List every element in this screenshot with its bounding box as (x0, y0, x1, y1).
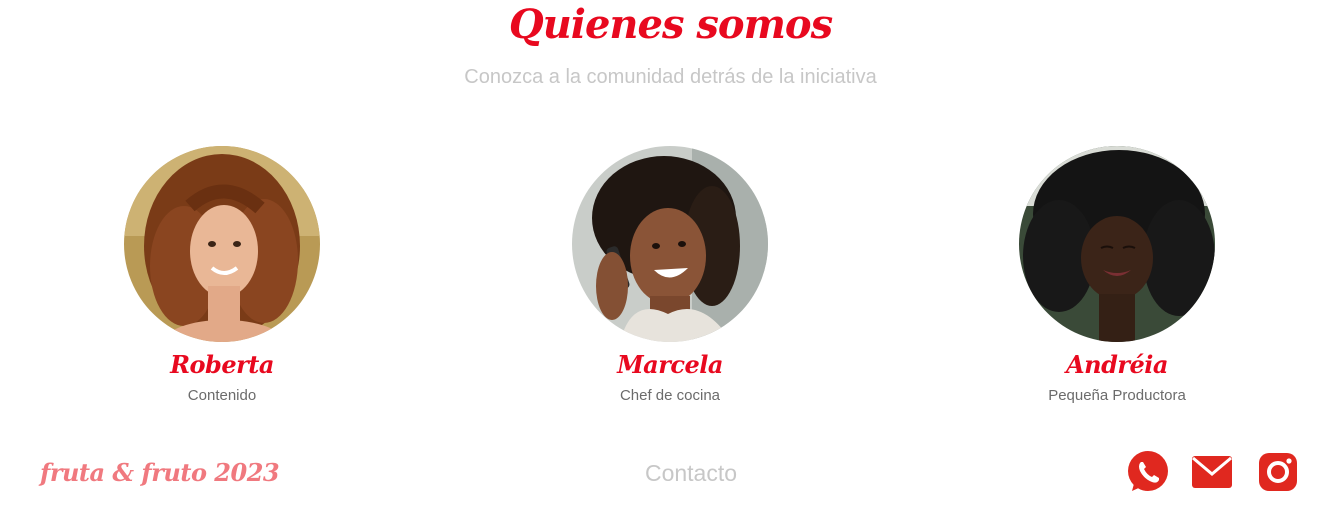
footer-brand: fruta & fruto 2023 (40, 458, 280, 487)
member-card-roberta: Roberta Contenido (72, 146, 372, 406)
member-card-andreia: Andréia Pequeña Productora (967, 146, 1267, 406)
section-subtitle: Conozca a la comunidad detrás de la inic… (464, 66, 877, 88)
section-title: Quienes somos (508, 1, 833, 48)
avatar-photo-marcela (572, 146, 768, 342)
instagram-icon[interactable] (1256, 450, 1300, 494)
avatar (1019, 146, 1215, 342)
member-role: Pequeña Productora (1048, 387, 1186, 404)
whatsapp-icon[interactable] (1126, 450, 1170, 494)
member-name: Andréia (1066, 350, 1168, 379)
avatar (572, 146, 768, 342)
avatar (124, 146, 320, 342)
member-name: Marcela (617, 350, 723, 379)
member-name: Roberta (170, 350, 274, 379)
member-card-marcela: Marcela Chef de cocina (520, 146, 820, 406)
mail-icon[interactable] (1190, 450, 1234, 494)
member-role: Chef de cocina (619, 387, 721, 404)
avatar-photo-roberta (124, 146, 320, 342)
member-role: Contenido (187, 387, 257, 404)
avatar-photo-andreia (1019, 146, 1215, 342)
contact-link[interactable]: Contacto (560, 458, 822, 488)
